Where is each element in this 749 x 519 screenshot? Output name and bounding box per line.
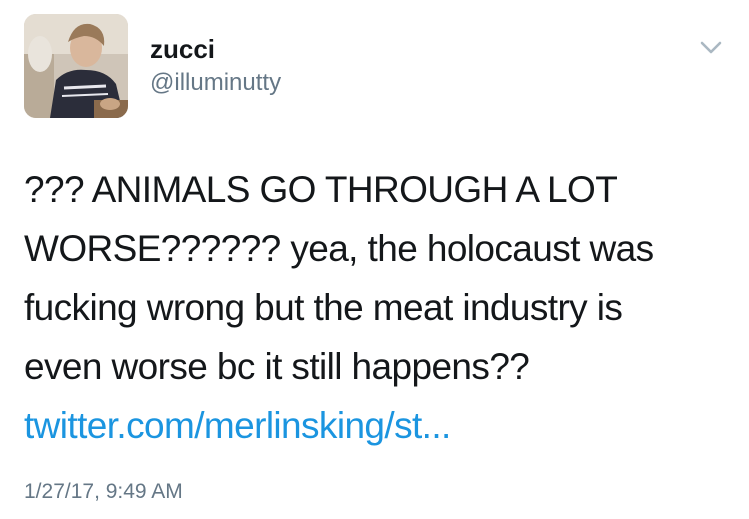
- tweet-text: ??? ANIMALS GO THROUGH A LOT WORSE??????…: [24, 160, 724, 455]
- tweet-timestamp[interactable]: 1/27/17, 9:49 AM: [24, 478, 183, 506]
- tweet-text-line: fucking wrong but the meat industry is: [24, 287, 623, 328]
- chevron-down-icon[interactable]: [698, 34, 724, 60]
- author-handle[interactable]: @illuminutty: [150, 68, 281, 98]
- tweet-card: zucci @illuminutty ??? ANIMALS GO THROUG…: [0, 0, 749, 519]
- tweet-text-line: WORSE?????? yea, the holocaust was: [24, 228, 654, 269]
- tweet-text-line: ??? ANIMALS GO THROUGH A LOT: [24, 169, 618, 210]
- tweet-link[interactable]: twitter.com/merlinsking/st...: [24, 396, 724, 455]
- avatar[interactable]: [24, 14, 128, 118]
- avatar-photo-icon: [24, 14, 128, 118]
- tweet-header: zucci @illuminutty: [24, 14, 724, 118]
- tweet-text-line: even worse bc it still happens??: [24, 346, 530, 387]
- author-display-name[interactable]: zucci: [150, 34, 215, 64]
